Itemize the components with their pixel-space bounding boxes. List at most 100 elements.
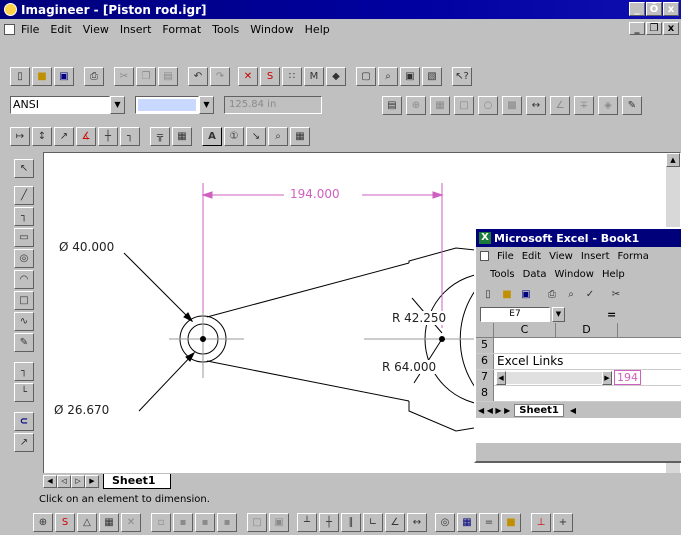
close-button[interactable]: x [663, 2, 679, 16]
excel-cut-icon[interactable]: ✂ [608, 285, 624, 304]
excel-cell-c6[interactable]: Excel Links [494, 354, 563, 369]
excel-window[interactable]: X Microsoft Excel - Book1 File Edit View… [474, 227, 681, 463]
pencil-tool-icon[interactable]: ↗ [14, 433, 34, 452]
menu-file[interactable]: File [21, 23, 39, 36]
snap-tangent-icon[interactable]: ⊥ [531, 512, 551, 532]
layer-icon[interactable]: ▤ [382, 95, 402, 115]
menu-view[interactable]: View [83, 23, 109, 36]
rectangle-tool-icon[interactable]: ▭ [14, 228, 34, 247]
grid-icon[interactable]: ▦ [430, 95, 450, 115]
menu-help[interactable]: Help [305, 23, 330, 36]
paste-icon[interactable]: ▤ [158, 66, 178, 86]
excel-menu-help[interactable]: Help [602, 269, 625, 280]
snap-symbol-icon[interactable]: S [55, 512, 75, 532]
chevron-down-icon[interactable]: ▼ [110, 96, 125, 114]
snap-quad-icon[interactable]: ▪ [217, 512, 237, 532]
excel-menu-view[interactable]: View [549, 251, 573, 262]
line-color-dropdown[interactable]: ▼ [135, 96, 214, 114]
snap-cross-hair-icon[interactable]: ┼ [319, 512, 339, 532]
chevron-down-icon[interactable]: ▼ [199, 96, 214, 114]
menu-edit[interactable]: Edit [50, 23, 71, 36]
excel-row-header[interactable]: 8 [476, 386, 494, 401]
help-pointer-icon[interactable]: ↖? [452, 66, 472, 86]
excel-scroll-icon[interactable]: ◀ [570, 406, 576, 415]
chain-dimension-icon[interactable]: ╦ [150, 126, 170, 146]
excel-column-header[interactable]: D [556, 323, 618, 337]
excel-linked-cell[interactable]: 194 [614, 370, 641, 385]
excel-preview-icon[interactable]: ⌕ [563, 285, 579, 304]
linear-dimension-icon[interactable]: ↕ [32, 126, 52, 146]
doc-close-button[interactable]: x [663, 22, 679, 35]
curve-tool-icon[interactable]: ∿ [14, 312, 34, 331]
snap-distance-icon[interactable]: ↔ [407, 512, 427, 532]
snap-horizontal-icon[interactable]: ┴ [297, 512, 317, 532]
dimension-overall-length[interactable]: 194.000 [290, 187, 340, 201]
chevron-down-icon[interactable]: ▼ [552, 306, 565, 322]
angular-dimension-icon[interactable]: ∡ [76, 126, 96, 146]
snap-triangle-icon[interactable]: △ [77, 512, 97, 532]
copy-icon[interactable]: ❐ [136, 66, 156, 86]
style-dropdown[interactable]: ANSI ▼ [10, 96, 125, 114]
snap-equal-icon[interactable]: = [479, 512, 499, 532]
size-field[interactable]: 125.84 in [224, 96, 322, 114]
zoom-previous-icon[interactable]: ▧ [422, 66, 442, 86]
edit-tool-icon[interactable]: ✎ [14, 333, 34, 352]
excel-print-icon[interactable]: ⎙ [544, 285, 560, 304]
snap-grid-icon[interactable]: ∷ [282, 66, 302, 86]
snap-parallel-icon[interactable]: ∥ [341, 512, 361, 532]
menu-window[interactable]: Window [250, 23, 293, 36]
excel-name-box[interactable]: E7 [480, 306, 550, 322]
snap-pattern-icon[interactable]: ▦ [457, 512, 477, 532]
minimize-button[interactable]: _ [629, 2, 645, 16]
dimension-outer-diameter[interactable]: Ø 40.000 [59, 240, 114, 254]
snap-grid-icon[interactable]: ▦ [99, 512, 119, 532]
circle-tool-icon[interactable]: ◎ [14, 249, 34, 268]
leader-icon[interactable]: ↘ [246, 126, 266, 146]
detail-icon[interactable]: ⌕ [268, 126, 288, 146]
excel-row-header[interactable]: 5 [476, 338, 494, 353]
point-icon[interactable]: ⊕ [406, 95, 426, 115]
cut-icon[interactable]: ✂ [114, 66, 134, 86]
prev-sheet-icon[interactable]: ◁ [57, 475, 71, 488]
snap-x-icon[interactable]: ✕ [238, 66, 258, 86]
dimension-outer-radius[interactable]: R 64.000 [382, 360, 437, 374]
excel-save-icon[interactable]: ▣ [518, 285, 534, 304]
excel-row-header[interactable]: 6 [476, 354, 494, 369]
table-icon[interactable]: ▦ [290, 126, 310, 146]
ordinate-dimension-icon[interactable]: ┼ [98, 126, 118, 146]
print-icon[interactable]: ⎙ [84, 66, 104, 86]
redo-icon[interactable]: ↷ [210, 66, 230, 86]
fillet-tool-icon[interactable]: ┐ [14, 362, 34, 381]
save-icon[interactable]: ▣ [54, 66, 74, 86]
snap-add-icon[interactable]: + [553, 512, 573, 532]
datum-icon[interactable]: ◈ [598, 95, 618, 115]
snap-frame-icon[interactable]: ▣ [269, 512, 289, 532]
first-sheet-icon[interactable]: ◀ [43, 475, 57, 488]
box-tool-icon[interactable]: □ [14, 291, 34, 310]
dimension-inner-radius[interactable]: R 42.250 [392, 311, 447, 325]
excel-menu-format[interactable]: Forma [618, 251, 649, 262]
doc-restore-button[interactable]: ❐ [646, 22, 662, 35]
scroll-left-icon[interactable]: ◀ [496, 370, 506, 385]
box-icon[interactable]: □ [454, 95, 474, 115]
sheet-tab[interactable]: Sheet1 [103, 474, 171, 489]
dimension-icon[interactable]: ↔ [526, 95, 546, 115]
zoom-fit-icon[interactable]: ▣ [400, 66, 420, 86]
polyline-tool-icon[interactable]: ┐ [14, 207, 34, 226]
angle-icon[interactable]: ∠ [550, 95, 570, 115]
snap-cross-icon[interactable]: ✕ [121, 512, 141, 532]
snap-circle-icon[interactable]: ◎ [435, 512, 455, 532]
zoom-icon[interactable]: ⌕ [378, 66, 398, 86]
select-arrow-icon[interactable]: ↖ [14, 159, 34, 178]
undo-icon[interactable]: ↶ [188, 66, 208, 86]
snap-s-icon[interactable]: S [260, 66, 280, 86]
excel-sheet-tab[interactable]: Sheet1 [514, 403, 564, 417]
excel-menu-tools[interactable]: Tools [490, 269, 515, 280]
scroll-up-icon[interactable]: ▲ [666, 153, 680, 167]
edit-icon[interactable]: ✎ [622, 95, 642, 115]
zoom-window-icon[interactable]: ▢ [356, 66, 376, 86]
last-sheet-icon[interactable]: ▶ [85, 475, 99, 488]
next-sheet-icon[interactable]: ▷ [71, 475, 85, 488]
open-folder-icon[interactable]: ■ [32, 66, 52, 86]
snap-angle-icon[interactable]: ∠ [385, 512, 405, 532]
